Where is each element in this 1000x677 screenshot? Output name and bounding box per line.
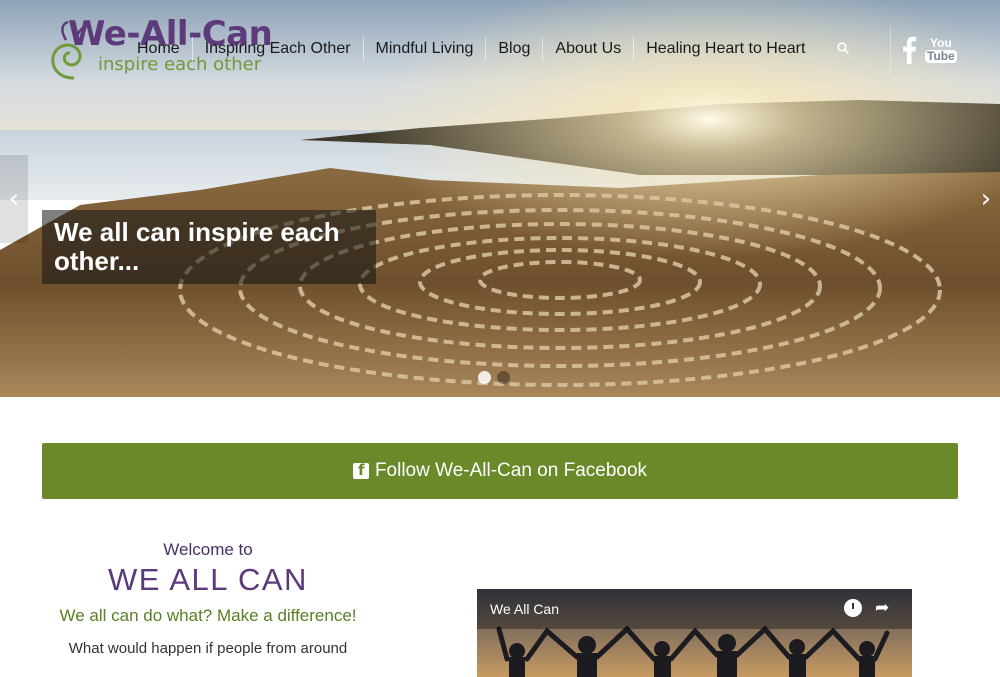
slider-next-button[interactable]: ›	[972, 155, 1000, 243]
facebook-follow-button[interactable]: Follow We-All-Can on Facebook	[42, 443, 958, 499]
hero-slider: We-All-Can inspire each other Home Inspi…	[0, 0, 1000, 397]
main-nav: Home Inspiring Each Other Mindful Living…	[125, 36, 863, 62]
facebook-follow-label: Follow We-All-Can on Facebook	[374, 460, 648, 481]
nav-item-healing-heart[interactable]: Healing Heart to Heart	[633, 37, 817, 61]
slider-prev-button[interactable]: ‹	[0, 155, 28, 243]
video-embed[interactable]: We All Can ➦	[477, 589, 912, 677]
caption-line-1: We all can inspire each	[54, 217, 340, 247]
nav-item-home[interactable]: Home	[125, 37, 192, 61]
slide-caption: We all can inspire each other...	[42, 210, 376, 284]
social-links: You Tube	[890, 26, 957, 74]
facebook-square-icon	[352, 461, 369, 479]
watch-later-icon[interactable]	[844, 599, 862, 617]
search-icon[interactable]	[817, 41, 863, 57]
welcome-section: Welcome to WE ALL CAN We all can do what…	[30, 540, 386, 657]
welcome-tagline: We all can do what? Make a difference!	[59, 606, 357, 625]
nav-item-inspiring-each-other[interactable]: Inspiring Each Other	[191, 37, 363, 61]
share-icon[interactable]: ➦	[875, 598, 889, 618]
facebook-icon[interactable]	[901, 36, 917, 64]
youtube-bottom-text: Tube	[925, 49, 957, 63]
welcome-subheading: Welcome to	[163, 540, 253, 559]
slider-dot-2[interactable]	[497, 371, 510, 384]
nav-item-mindful-living[interactable]: Mindful Living	[362, 37, 486, 61]
video-title[interactable]: We All Can	[490, 601, 559, 617]
nav-item-blog[interactable]: Blog	[485, 37, 542, 61]
caption-line-2: other...	[54, 246, 140, 276]
nav-item-about-us[interactable]: About Us	[542, 37, 633, 61]
slider-dot-1[interactable]	[478, 371, 491, 384]
welcome-body: What would happen if people from around	[68, 640, 348, 657]
welcome-title: WE ALL CAN	[108, 562, 308, 597]
slider-dots	[478, 371, 510, 384]
youtube-icon[interactable]: You Tube	[925, 37, 957, 63]
